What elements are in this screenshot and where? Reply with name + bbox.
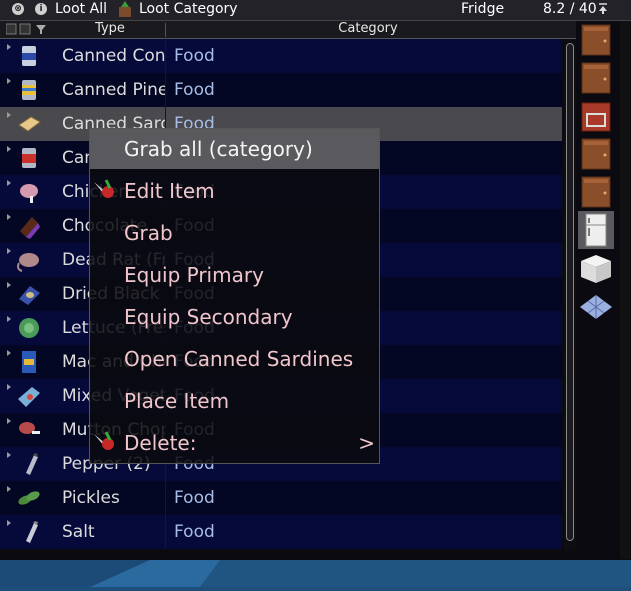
item-category: Food xyxy=(174,46,215,66)
mac-cheese-box-icon xyxy=(16,349,42,375)
loot-category-icon xyxy=(118,1,132,17)
item-name: Pickles xyxy=(62,488,120,508)
debug-tool-icon xyxy=(92,430,120,454)
menu-item-edit-item[interactable]: Edit Item xyxy=(90,171,379,211)
menu-item-equip-primary[interactable]: Equip Primary xyxy=(90,255,379,295)
floor-tile-icon xyxy=(578,295,614,329)
container-slot[interactable] xyxy=(578,173,614,211)
menu-item-equip-secondary[interactable]: Equip Secondary xyxy=(90,297,379,337)
expand-arrow-icon[interactable] xyxy=(7,248,11,254)
expand-arrow-icon[interactable] xyxy=(7,486,11,492)
milk-can-icon xyxy=(16,43,42,69)
expand-arrow-icon[interactable] xyxy=(7,350,11,356)
loot-titlebar: ⊗ i Loot All Loot Category Fridge 8.2 / … xyxy=(0,0,631,21)
menu-item-open-canned-sardines[interactable]: Open Canned Sardines xyxy=(90,339,379,379)
menu-item-label: Place Item xyxy=(124,389,230,413)
menu-item-label: Grab xyxy=(124,221,173,245)
expand-arrow-icon[interactable] xyxy=(7,78,11,84)
debug-tool-icon xyxy=(92,178,120,202)
chocolate-icon xyxy=(16,213,42,239)
column-divider xyxy=(165,481,166,515)
info-icon[interactable]: i xyxy=(35,3,47,15)
menu-item-place-item[interactable]: Place Item xyxy=(90,381,379,421)
expand-arrow-icon[interactable] xyxy=(7,214,11,220)
menu-item-label: Equip Secondary xyxy=(124,305,293,329)
container-selector-scrollbar[interactable] xyxy=(620,21,630,559)
sardines-tin-icon xyxy=(16,111,42,137)
pineapple-can-icon xyxy=(16,77,42,103)
item-row[interactable]: Pickles Food xyxy=(0,481,562,515)
lettuce-icon xyxy=(16,315,42,341)
expand-arrow-icon[interactable] xyxy=(7,316,11,322)
menu-item-label: Equip Primary xyxy=(124,263,264,287)
expand-arrow-icon[interactable] xyxy=(7,180,11,186)
item-name: Canned Condensed Milk xyxy=(62,46,166,66)
expand-arrow-icon[interactable] xyxy=(7,282,11,288)
item-name: Canned Pineapple xyxy=(62,80,166,100)
container-slot[interactable] xyxy=(578,97,614,135)
mutton-chop-icon xyxy=(16,417,42,443)
container-capacity: 8.2 / 40 xyxy=(543,1,597,17)
container-slot[interactable] xyxy=(578,135,614,173)
loot-all-button[interactable]: Loot All xyxy=(55,1,107,17)
container-slot[interactable] xyxy=(578,211,614,249)
expand-arrow-icon[interactable] xyxy=(7,418,11,424)
item-name: Salt xyxy=(62,522,95,542)
expand-arrow-icon[interactable] xyxy=(7,146,11,152)
game-world-strip xyxy=(0,560,631,587)
list-scrollbar[interactable] xyxy=(564,39,576,551)
tomato-can-icon xyxy=(16,145,42,171)
container-slot[interactable] xyxy=(578,59,614,97)
expand-arrow-icon[interactable] xyxy=(7,452,11,458)
item-row[interactable]: Canned Condensed Milk Food xyxy=(0,39,562,73)
loot-category-button[interactable]: Loot Category xyxy=(139,1,238,17)
container-name: Fridge xyxy=(461,1,505,17)
item-category: Food xyxy=(174,522,215,542)
menu-item-grab[interactable]: Grab xyxy=(90,213,379,253)
item-category: Food xyxy=(174,488,215,508)
list-scrollbar-thumb[interactable] xyxy=(566,43,574,541)
column-header-category[interactable]: Category xyxy=(166,21,570,36)
beans-bag-icon xyxy=(16,281,42,307)
column-divider xyxy=(165,73,166,107)
item-category: Food xyxy=(174,80,215,100)
container-selector xyxy=(576,21,616,321)
chicken-icon xyxy=(16,179,42,205)
column-header-type[interactable]: Type xyxy=(60,21,160,36)
pickles-icon xyxy=(16,485,42,511)
expand-arrow-icon[interactable] xyxy=(7,112,11,118)
list-header: Type Category xyxy=(0,21,576,39)
menu-item-label: Edit Item xyxy=(124,179,215,203)
menu-item-label: Grab all (category) xyxy=(124,137,313,161)
container-slot[interactable] xyxy=(578,249,614,287)
menu-item-label: Delete: xyxy=(124,431,197,455)
expand-arrow-icon[interactable] xyxy=(7,384,11,390)
expand-arrow-icon[interactable] xyxy=(7,44,11,50)
menu-item-delete[interactable]: Delete: > xyxy=(90,423,379,463)
mixed-veg-bag-icon xyxy=(16,383,42,409)
context-menu: Grab all (category) Edit Item Grab Equip Pr… xyxy=(89,128,380,464)
item-row[interactable]: Salt Food xyxy=(0,515,562,549)
close-icon[interactable]: ⊗ xyxy=(12,3,24,15)
loot-window: ⊗ i Loot All Loot Category Fridge 8.2 / … xyxy=(0,0,631,560)
menu-item-label: Open Canned Sardines xyxy=(124,347,354,371)
column-divider xyxy=(165,515,166,549)
salt-shaker-icon xyxy=(16,519,42,545)
column-divider xyxy=(165,39,166,73)
expand-arrow-icon[interactable] xyxy=(7,520,11,526)
container-slot[interactable] xyxy=(578,287,614,325)
submenu-arrow-icon: > xyxy=(358,431,375,455)
pepper-shaker-icon xyxy=(16,451,42,477)
collapse-icon[interactable] xyxy=(598,3,608,15)
menu-item-grab-all-category[interactable]: Grab all (category) xyxy=(90,129,379,169)
container-slot[interactable] xyxy=(578,21,614,59)
column-options-icons[interactable] xyxy=(5,23,46,35)
item-row[interactable]: Canned Pineapple Food xyxy=(0,73,562,107)
dead-rat-icon xyxy=(16,247,42,273)
